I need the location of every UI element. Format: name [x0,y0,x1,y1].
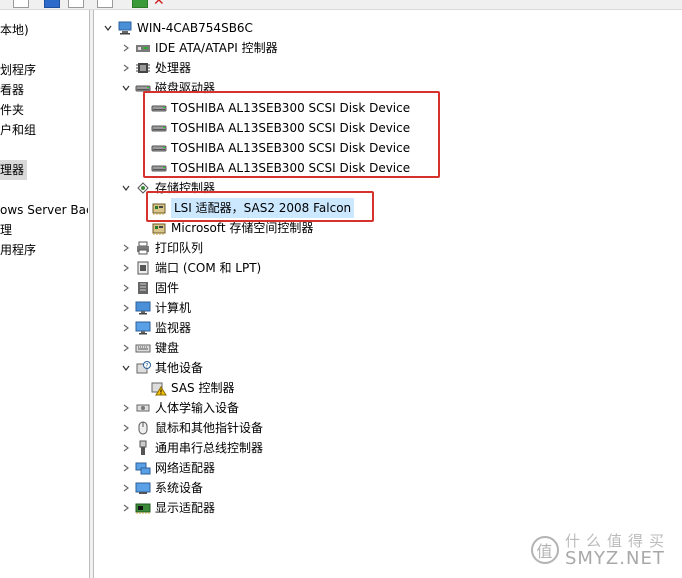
tree-category[interactable]: 鼠标和其他指针设备 [119,418,263,438]
tree-category[interactable]: 键盘 [119,338,179,358]
help-button[interactable] [44,0,60,8]
collapse-chevron-icon[interactable] [101,18,115,38]
port-icon [135,260,151,276]
tree-category[interactable]: 人体学输入设备 [119,398,239,418]
firmware-icon [135,280,151,296]
watermark-badge: 值 [530,536,559,564]
tree-node-label: 端口 (COM 和 LPT) [155,261,262,275]
tree-category[interactable]: 端口 (COM 和 LPT) [119,258,261,278]
console-tree-item[interactable]: 看器 [0,80,24,100]
console-tree-item[interactable]: ows Server Back [0,200,88,220]
tree-node-label: 显示适配器 [155,501,216,515]
tree-category[interactable]: IDE ATA/ATAPI 控制器 [119,38,278,58]
expand-chevron-icon[interactable] [119,318,133,338]
display-adapter-icon [135,500,151,516]
expand-chevron-icon[interactable] [119,258,133,278]
console-tree-item[interactable]: 理 [0,220,12,240]
processor-icon [135,60,151,76]
tree-category[interactable]: 固件 [119,278,179,298]
tree-node-label: 其他设备 [155,361,204,375]
printer-icon [135,240,151,256]
computer-root-icon [117,20,133,36]
expand-chevron-icon[interactable] [119,478,133,498]
tree-node-label: 人体学输入设备 [155,401,240,415]
expand-chevron-icon[interactable] [119,38,133,58]
tree-category[interactable]: 计算机 [119,298,191,318]
tree-root-computer[interactable]: WIN-4CAB754SB6C [101,18,253,38]
tree-node-label: 系统设备 [155,481,204,495]
console-tree-item[interactable]: 划程序 [0,60,36,80]
expand-chevron-icon[interactable] [119,278,133,298]
ide-controller-icon [135,40,151,56]
expand-chevron-icon[interactable] [119,298,133,318]
tree-category[interactable]: ? 其他设备 [119,358,203,378]
tree-node-label: 鼠标和其他指针设备 [155,421,264,435]
watermark-en: SMYZ.NET [564,548,665,569]
computer-icon [135,300,151,316]
uninstall-icon[interactable]: ✕ [153,0,165,8]
expand-chevron-icon[interactable] [119,418,133,438]
tree-category[interactable]: 打印队列 [119,238,203,258]
update-driver-button[interactable] [132,0,148,8]
expand-chevron-icon[interactable] [119,458,133,478]
watermark: 值 什么值得买 SMYZ.NET [530,532,670,569]
network-adapter-icon [135,460,151,476]
highlight-box-lsi-adapter [146,191,374,222]
tree-node-label: IDE ATA/ATAPI 控制器 [155,41,278,55]
tree-node-label: 键盘 [155,341,180,355]
tree-node-label: 监视器 [155,321,192,335]
storage-adapter-icon [151,220,167,236]
expand-chevron-icon[interactable] [119,58,133,78]
tree-node-label: SAS 控制器 [171,381,235,395]
highlight-box-disks [143,91,440,178]
tree-node-label: 打印队列 [155,241,204,255]
tree-node-label: 计算机 [155,301,192,315]
scan-hardware-button[interactable] [97,0,113,8]
monitor-icon [135,320,151,336]
console-tree-item[interactable]: 用程序 [0,240,36,260]
expand-chevron-icon[interactable] [119,338,133,358]
tree-device[interactable]: SAS 控制器 [151,378,234,398]
tree-node-label: 网络适配器 [155,461,216,475]
tree-category[interactable]: 监视器 [119,318,191,338]
tree-category[interactable]: 通用串行总线控制器 [119,438,263,458]
collapse-chevron-icon[interactable] [119,78,133,98]
expand-chevron-icon[interactable] [119,238,133,258]
tree-category[interactable]: 显示适配器 [119,498,215,518]
collapse-chevron-icon[interactable] [119,178,133,198]
console-tree-pane: 本地) 划程序看器件夹户和组理器 ows Server Back理用程序 [0,10,88,578]
tree-node-label: 处理器 [155,61,192,75]
expand-chevron-icon[interactable] [119,438,133,458]
tree-node-label: 通用串行总线控制器 [155,441,264,455]
toolbar: ✕ [0,0,682,10]
collapse-chevron-icon[interactable] [119,358,133,378]
expand-chevron-icon[interactable] [119,398,133,418]
system-devices-icon [135,480,151,496]
tree-node-label: WIN-4CAB754SB6C [137,21,253,35]
tree-category[interactable]: 网络适配器 [119,458,215,478]
tree-category[interactable]: 处理器 [119,58,191,78]
svg-text:?: ? [145,362,148,369]
mouse-icon [135,420,151,436]
console-tree-item[interactable]: 本地) [0,20,29,40]
other-devices-icon: ? [135,360,151,376]
console-tree-item[interactable]: 户和组 [0,120,36,140]
show-hide-button[interactable] [68,0,84,8]
console-tree-item[interactable]: 件夹 [0,100,24,120]
tree-category[interactable]: 系统设备 [119,478,203,498]
warning-device-icon [151,380,167,396]
properties-button[interactable] [13,0,29,8]
console-tree-item[interactable]: 理器 [0,160,28,180]
hid-icon [135,400,151,416]
tree-node-label: 固件 [155,281,180,295]
pane-splitter[interactable] [89,10,94,578]
keyboard-icon [135,340,151,356]
expand-chevron-icon[interactable] [119,498,133,518]
usb-icon [135,440,151,456]
